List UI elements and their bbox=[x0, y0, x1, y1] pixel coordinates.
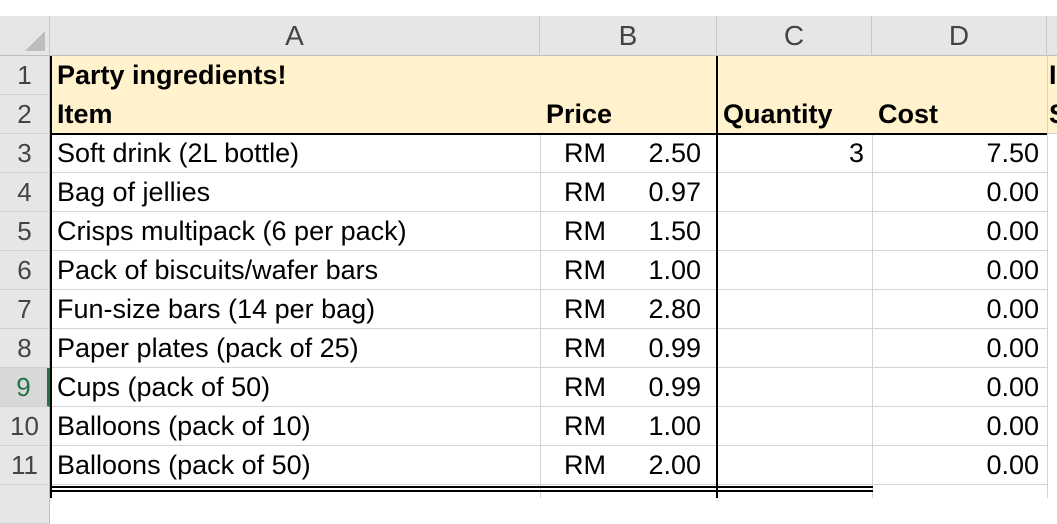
row-header-4[interactable]: 4 bbox=[0, 173, 50, 212]
row-header-2[interactable]: 2 bbox=[0, 95, 50, 134]
row-header-11[interactable]: 11 bbox=[0, 446, 50, 485]
table-bottom-border-double bbox=[50, 490, 873, 492]
currency-label: RM bbox=[564, 176, 606, 207]
header-price-cell[interactable]: Price bbox=[540, 95, 717, 134]
currency-label: RM bbox=[564, 137, 606, 168]
quantity-cell[interactable] bbox=[717, 329, 872, 368]
cost-cell[interactable]: 0.00 bbox=[872, 251, 1047, 290]
currency-label: RM bbox=[564, 332, 606, 363]
row-header-7[interactable]: 7 bbox=[0, 290, 50, 329]
cost-cell[interactable]: 0.00 bbox=[872, 212, 1047, 251]
column-header-c[interactable]: C bbox=[717, 16, 872, 56]
quantity-cell[interactable]: 3 bbox=[717, 134, 872, 173]
cost-cell[interactable]: 0.00 bbox=[872, 446, 1047, 485]
header-item-cell[interactable]: Item bbox=[50, 95, 540, 134]
item-cell[interactable]: Balloons (pack of 50) bbox=[50, 446, 540, 485]
price-value: 0.97 bbox=[648, 176, 701, 207]
toolbar-strip bbox=[0, 0, 1057, 16]
item-cell[interactable]: Fun-size bars (14 per bag) bbox=[50, 290, 540, 329]
price-cell[interactable]: RM 0.99 bbox=[540, 329, 717, 368]
price-cell[interactable]: RM 0.97 bbox=[540, 173, 717, 212]
header-cost-cell[interactable]: Cost bbox=[872, 95, 1047, 134]
item-cell[interactable]: Balloons (pack of 10) bbox=[50, 407, 540, 446]
quantity-cell[interactable] bbox=[717, 290, 872, 329]
currency-label: RM bbox=[564, 254, 606, 285]
quantity-cell[interactable] bbox=[717, 173, 872, 212]
col-e-peek-2[interactable]: S bbox=[1047, 95, 1057, 134]
quantity-cell[interactable] bbox=[717, 446, 872, 485]
gridline bbox=[540, 134, 541, 498]
cost-cell[interactable]: 0.00 bbox=[872, 173, 1047, 212]
cost-cell[interactable]: 0.00 bbox=[872, 407, 1047, 446]
cost-cell[interactable]: 7.50 bbox=[872, 134, 1047, 173]
quantity-cell[interactable] bbox=[717, 212, 872, 251]
cost-cell[interactable]: 0.00 bbox=[872, 329, 1047, 368]
currency-label: RM bbox=[564, 293, 606, 324]
row-header-12[interactable] bbox=[0, 485, 50, 524]
quantity-cell[interactable] bbox=[717, 407, 872, 446]
price-value: 2.00 bbox=[648, 449, 701, 480]
price-cell[interactable]: RM 1.50 bbox=[540, 212, 717, 251]
row-header-8[interactable]: 8 bbox=[0, 329, 50, 368]
row-header-1[interactable]: 1 bbox=[0, 56, 50, 95]
column-header-e[interactable] bbox=[1047, 16, 1057, 56]
column-header-a[interactable]: A bbox=[50, 16, 540, 56]
table-left-border bbox=[50, 56, 52, 498]
price-value: 1.50 bbox=[648, 215, 701, 246]
price-cell[interactable]: RM 2.00 bbox=[540, 446, 717, 485]
item-cell[interactable]: Paper plates (pack of 25) bbox=[50, 329, 540, 368]
price-cell[interactable]: RM 2.80 bbox=[540, 290, 717, 329]
price-value: 2.50 bbox=[648, 137, 701, 168]
price-cell[interactable]: RM 1.00 bbox=[540, 407, 717, 446]
header-quantity-cell[interactable]: Quantity bbox=[717, 95, 872, 134]
item-cell[interactable]: Cups (pack of 50) bbox=[50, 368, 540, 407]
header-band-cell[interactable] bbox=[717, 56, 1047, 95]
gridline bbox=[872, 134, 873, 498]
row-header-3[interactable]: 3 bbox=[0, 134, 50, 173]
col-e-peek-1[interactable]: I bbox=[1047, 56, 1057, 95]
currency-label: RM bbox=[564, 215, 606, 246]
header-bottom-border bbox=[50, 133, 1047, 135]
row-header-10[interactable]: 10 bbox=[0, 407, 50, 446]
column-header-b[interactable]: B bbox=[540, 16, 717, 56]
price-value: 0.99 bbox=[648, 332, 701, 363]
column-header-d[interactable]: D bbox=[872, 16, 1047, 56]
price-value: 0.99 bbox=[648, 371, 701, 402]
cost-cell[interactable]: 0.00 bbox=[872, 290, 1047, 329]
row-header-6[interactable]: 6 bbox=[0, 251, 50, 290]
quantity-cell[interactable] bbox=[717, 368, 872, 407]
price-cell[interactable]: RM 0.99 bbox=[540, 368, 717, 407]
currency-label: RM bbox=[564, 449, 606, 480]
item-cell[interactable]: Soft drink (2L bottle) bbox=[50, 134, 540, 173]
price-value: 1.00 bbox=[648, 410, 701, 441]
price-cell[interactable]: RM 1.00 bbox=[540, 251, 717, 290]
quantity-cell[interactable] bbox=[717, 251, 872, 290]
cost-cell[interactable]: 0.00 bbox=[872, 368, 1047, 407]
price-cell[interactable]: RM 2.50 bbox=[540, 134, 717, 173]
gridline bbox=[1047, 56, 1048, 498]
price-value: 1.00 bbox=[648, 254, 701, 285]
row-header-5[interactable]: 5 bbox=[0, 212, 50, 251]
item-cell[interactable]: Bag of jellies bbox=[50, 173, 540, 212]
sheet-title-cell[interactable]: Party ingredients! bbox=[50, 56, 717, 95]
item-cell[interactable]: Crisps multipack (6 per pack) bbox=[50, 212, 540, 251]
item-cell[interactable]: Pack of biscuits/wafer bars bbox=[50, 251, 540, 290]
currency-label: RM bbox=[564, 410, 606, 441]
table-bottom-border bbox=[50, 486, 873, 488]
select-all-button[interactable] bbox=[0, 16, 50, 56]
row-header-9[interactable]: 9 bbox=[0, 368, 50, 407]
select-all-triangle-icon bbox=[25, 31, 45, 51]
price-value: 2.80 bbox=[648, 293, 701, 324]
section-border bbox=[716, 56, 718, 498]
currency-label: RM bbox=[564, 371, 606, 402]
